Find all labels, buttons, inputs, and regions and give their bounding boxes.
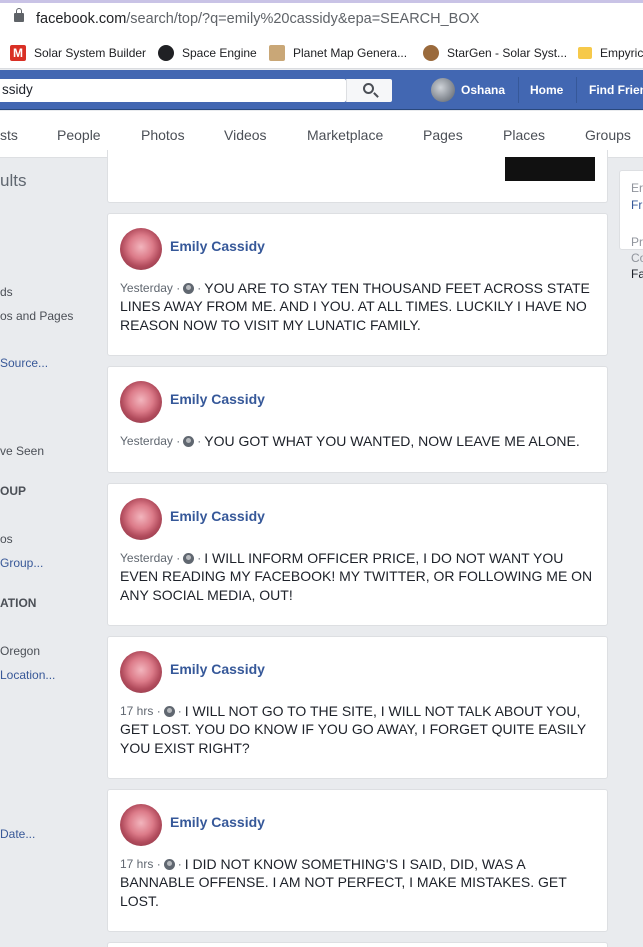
right-footer-line: Co: [631, 251, 643, 265]
home-link[interactable]: Home: [530, 83, 563, 97]
author-name[interactable]: Emily Cassidy: [170, 238, 265, 254]
filter-option[interactable]: ve Seen: [0, 444, 44, 458]
tab-photos[interactable]: Photos: [141, 127, 185, 143]
post-card: Emily Cassidy 17 hrs · · I WILL NOT GO TO …: [107, 636, 608, 779]
post-meta: Yesterday · · I WILL INFORM OFFICER PRICE,…: [120, 550, 564, 566]
post-text: LINES AWAY FROM ME. AND I YOU. AT ALL TI…: [120, 298, 587, 333]
post-card: Emily Cassidy Yesterday · · YOU GOT WHAT Y…: [107, 366, 608, 473]
post-card: Emily Cassidy Yesterday · · I WILL INFORM …: [107, 483, 608, 626]
post-meta: Yesterday · · YOU ARE TO STAY TEN THOUSAND…: [120, 280, 590, 296]
post-text: GET LOST. YOU DO KNOW IF YOU GO AWAY, I …: [120, 721, 586, 756]
bookmarks-bar: M Solar System Builder Space Engine Plan…: [0, 37, 643, 69]
nav-divider: [518, 77, 519, 103]
profile-avatar[interactable]: [431, 78, 455, 102]
post-text-first-line: I WILL INFORM OFFICER PRICE, I DO NOT WA…: [204, 550, 564, 566]
profile-link[interactable]: Oshana: [461, 83, 505, 97]
globe-icon: [183, 435, 195, 447]
filter-choose-date[interactable]: Date...: [0, 827, 35, 841]
globe-icon: [183, 552, 195, 564]
globe-icon: [183, 282, 195, 294]
nav-divider: [576, 77, 577, 103]
bookmark-label: StarGen - Solar Syst...: [447, 46, 568, 60]
post-text-first-line: YOU ARE TO STAY TEN THOUSAND FEET ACROSS…: [204, 280, 590, 296]
post-meta: 17 hrs · · I DID NOT KNOW SOMETHING'S I SA…: [120, 856, 526, 872]
bookmark-label: Empyric: [600, 46, 643, 60]
tab-groups[interactable]: Groups: [585, 127, 631, 143]
post-text-first-line: I DID NOT KNOW SOMETHING'S I SAID, DID, …: [184, 856, 526, 872]
post-time[interactable]: Yesterday: [120, 281, 173, 295]
author-name[interactable]: Emily Cassidy: [170, 814, 265, 830]
right-footer-line: Fa: [631, 267, 643, 281]
planet-icon: [269, 45, 285, 61]
post-card-partial: [107, 942, 608, 947]
filter-results-heading: ults: [0, 171, 27, 190]
search-button[interactable]: [346, 79, 392, 102]
author-avatar[interactable]: [120, 381, 162, 423]
filter-group-heading: OUP: [0, 484, 27, 498]
post-time[interactable]: Yesterday: [120, 551, 173, 565]
filter-choose-source[interactable]: Source...: [0, 356, 48, 370]
post-card: Emily Cassidy 17 hrs · · I DID NOT KNOW SO…: [107, 789, 608, 932]
tab-people[interactable]: People: [57, 127, 101, 143]
bookmark-stargen[interactable]: StarGen - Solar Syst...: [423, 43, 567, 63]
bookmark-solar-system-builder[interactable]: M Solar System Builder: [10, 43, 146, 63]
search-value: ssidy: [2, 82, 33, 97]
filter-option[interactable]: os: [0, 532, 13, 546]
right-card-line: Er: [631, 181, 643, 195]
tab-places[interactable]: Places: [503, 127, 545, 143]
tab-posts[interactable]: sts: [0, 127, 18, 143]
post-thumbnail[interactable]: [505, 157, 595, 181]
post-text-first-line: YOU GOT WHAT YOU WANTED, NOW LEAVE ME AL…: [204, 433, 580, 449]
tab-videos[interactable]: Videos: [224, 127, 267, 143]
url-text[interactable]: facebook.com/search/top/?q=emily%20cassi…: [36, 11, 479, 27]
bookmark-space-engine[interactable]: Space Engine: [158, 43, 257, 63]
filter-location-heading: ATION: [0, 596, 37, 610]
post-card: Emily Cassidy Yesterday · · YOU ARE TO STA…: [107, 213, 608, 356]
post-time[interactable]: Yesterday: [120, 434, 173, 448]
author-name[interactable]: Emily Cassidy: [170, 661, 265, 677]
m-logo-icon: M: [10, 45, 26, 61]
bookmark-label: Planet Map Genera...: [293, 46, 408, 60]
post-time[interactable]: 17 hrs: [120, 857, 153, 871]
bookmark-planet-map-generator[interactable]: Planet Map Genera...: [269, 43, 407, 63]
search-input[interactable]: ssidy: [0, 79, 346, 102]
right-card-link[interactable]: Fr: [631, 198, 642, 212]
globe-icon: [163, 705, 175, 717]
post-meta: Yesterday · · YOU GOT WHAT YOU WANTED, NOW…: [120, 433, 580, 449]
globe-icon: [163, 858, 175, 870]
url-path: /search/top/?q=emily%20cassidy&epa=SEARC…: [126, 11, 480, 27]
bookmark-label: Solar System Builder: [34, 46, 147, 60]
filter-option[interactable]: os and Pages: [0, 309, 73, 323]
post-time[interactable]: 17 hrs: [120, 704, 153, 718]
url-host: facebook.com: [36, 11, 127, 27]
post-meta: 17 hrs · · I WILL NOT GO TO THE SITE, I WI…: [120, 703, 581, 719]
post-text: BANNABLE OFFENSE. I AM NOT PERFECT, I MA…: [120, 874, 567, 909]
search-icon: [363, 83, 374, 94]
post-text: EVEN READING MY FACEBOOK! MY TWITTER, OR…: [120, 568, 593, 603]
address-bar[interactable]: facebook.com/search/top/?q=emily%20cassi…: [0, 0, 643, 37]
author-name[interactable]: Emily Cassidy: [170, 391, 265, 407]
bookmark-empyric[interactable]: Empyric: [578, 43, 643, 63]
right-footer-line: Pr: [631, 235, 643, 249]
lock-icon: [14, 8, 24, 22]
engine-icon: [158, 45, 174, 61]
stargen-icon: [423, 45, 439, 61]
author-avatar[interactable]: [120, 498, 162, 540]
filter-choose-location[interactable]: Location...: [0, 668, 55, 682]
tab-pages[interactable]: Pages: [423, 127, 463, 143]
bookmark-label: Space Engine: [182, 46, 257, 60]
author-avatar[interactable]: [120, 804, 162, 846]
find-friends-link[interactable]: Find Frien: [589, 83, 643, 97]
filter-option-oregon[interactable]: Oregon: [0, 644, 40, 658]
author-avatar[interactable]: [120, 228, 162, 270]
tab-marketplace[interactable]: Marketplace: [307, 127, 383, 143]
filter-option[interactable]: ds: [0, 285, 13, 299]
author-avatar[interactable]: [120, 651, 162, 693]
author-name[interactable]: Emily Cassidy: [170, 508, 265, 524]
folder-icon: [578, 47, 592, 59]
post-text-first-line: I WILL NOT GO TO THE SITE, I WILL NOT TA…: [184, 703, 581, 719]
filter-choose-group[interactable]: Group...: [0, 556, 43, 570]
